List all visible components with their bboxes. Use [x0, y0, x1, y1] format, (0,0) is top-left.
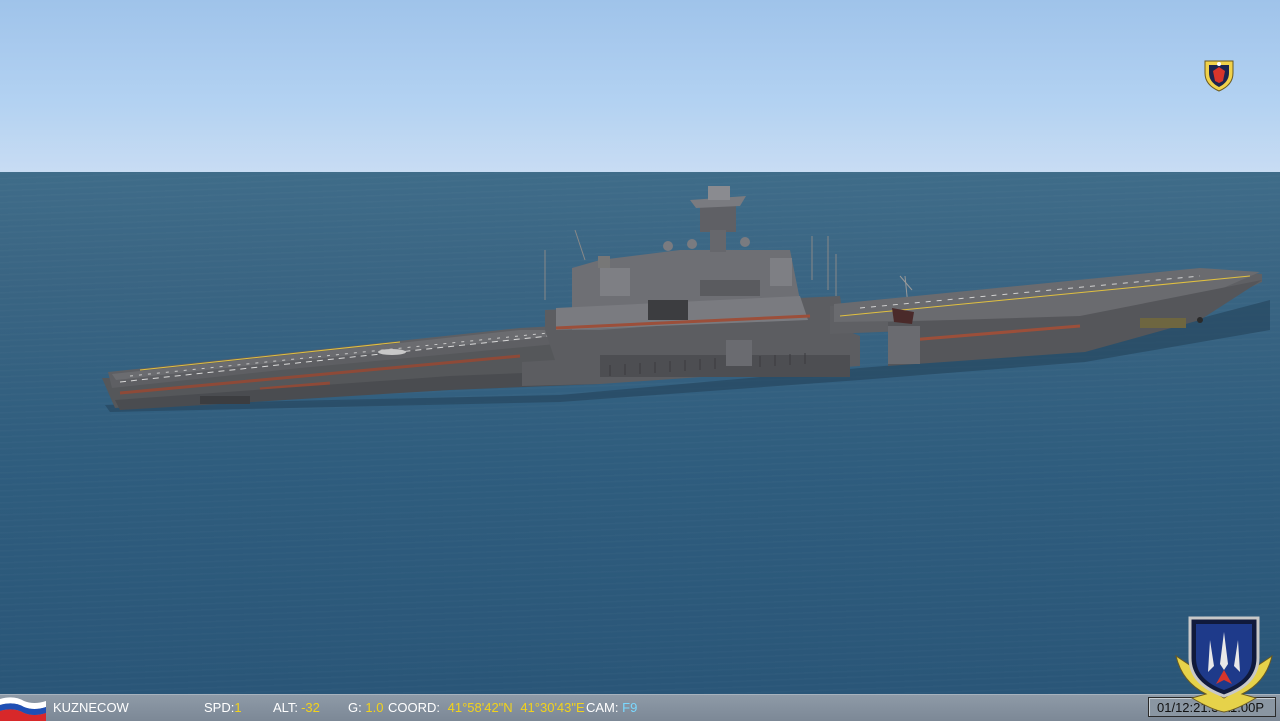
squadron-shield-icon [1204, 60, 1234, 92]
g-label: G: [348, 700, 362, 715]
altitude-label: ALT: [273, 700, 299, 715]
speed-readout: SPD:1 [204, 701, 242, 715]
speed-label: SPD: [204, 700, 235, 715]
ship-name: KUZNECOW [53, 700, 129, 715]
g-value: 1.0 [365, 700, 384, 715]
coordinates-readout: COORD: 41°58'42"N 41°30'43"E [388, 701, 585, 715]
game-viewport[interactable] [0, 0, 1280, 694]
coord-label: COORD: [388, 700, 440, 715]
cam-label: CAM: [586, 700, 619, 715]
altitude-readout: ALT: -32 [273, 701, 320, 715]
status-bar: KUZNECOW SPD:1 ALT: -32 G: 1.0 COORD: 41°… [0, 694, 1280, 721]
longitude-value: 41°30'43"E [520, 700, 585, 715]
aircraft-carrier-model [102, 186, 1270, 412]
cam-value: F9 [622, 700, 638, 715]
russian-flag-icon [0, 697, 46, 721]
latitude-value: 41°58'42"N [447, 700, 513, 715]
g-force-readout: G: 1.0 [348, 701, 383, 715]
speed-value: 1 [234, 700, 242, 715]
camera-readout: CAM: F9 [586, 701, 637, 715]
altitude-value: -32 [301, 700, 320, 715]
wing-crest-icon [1175, 616, 1273, 713]
